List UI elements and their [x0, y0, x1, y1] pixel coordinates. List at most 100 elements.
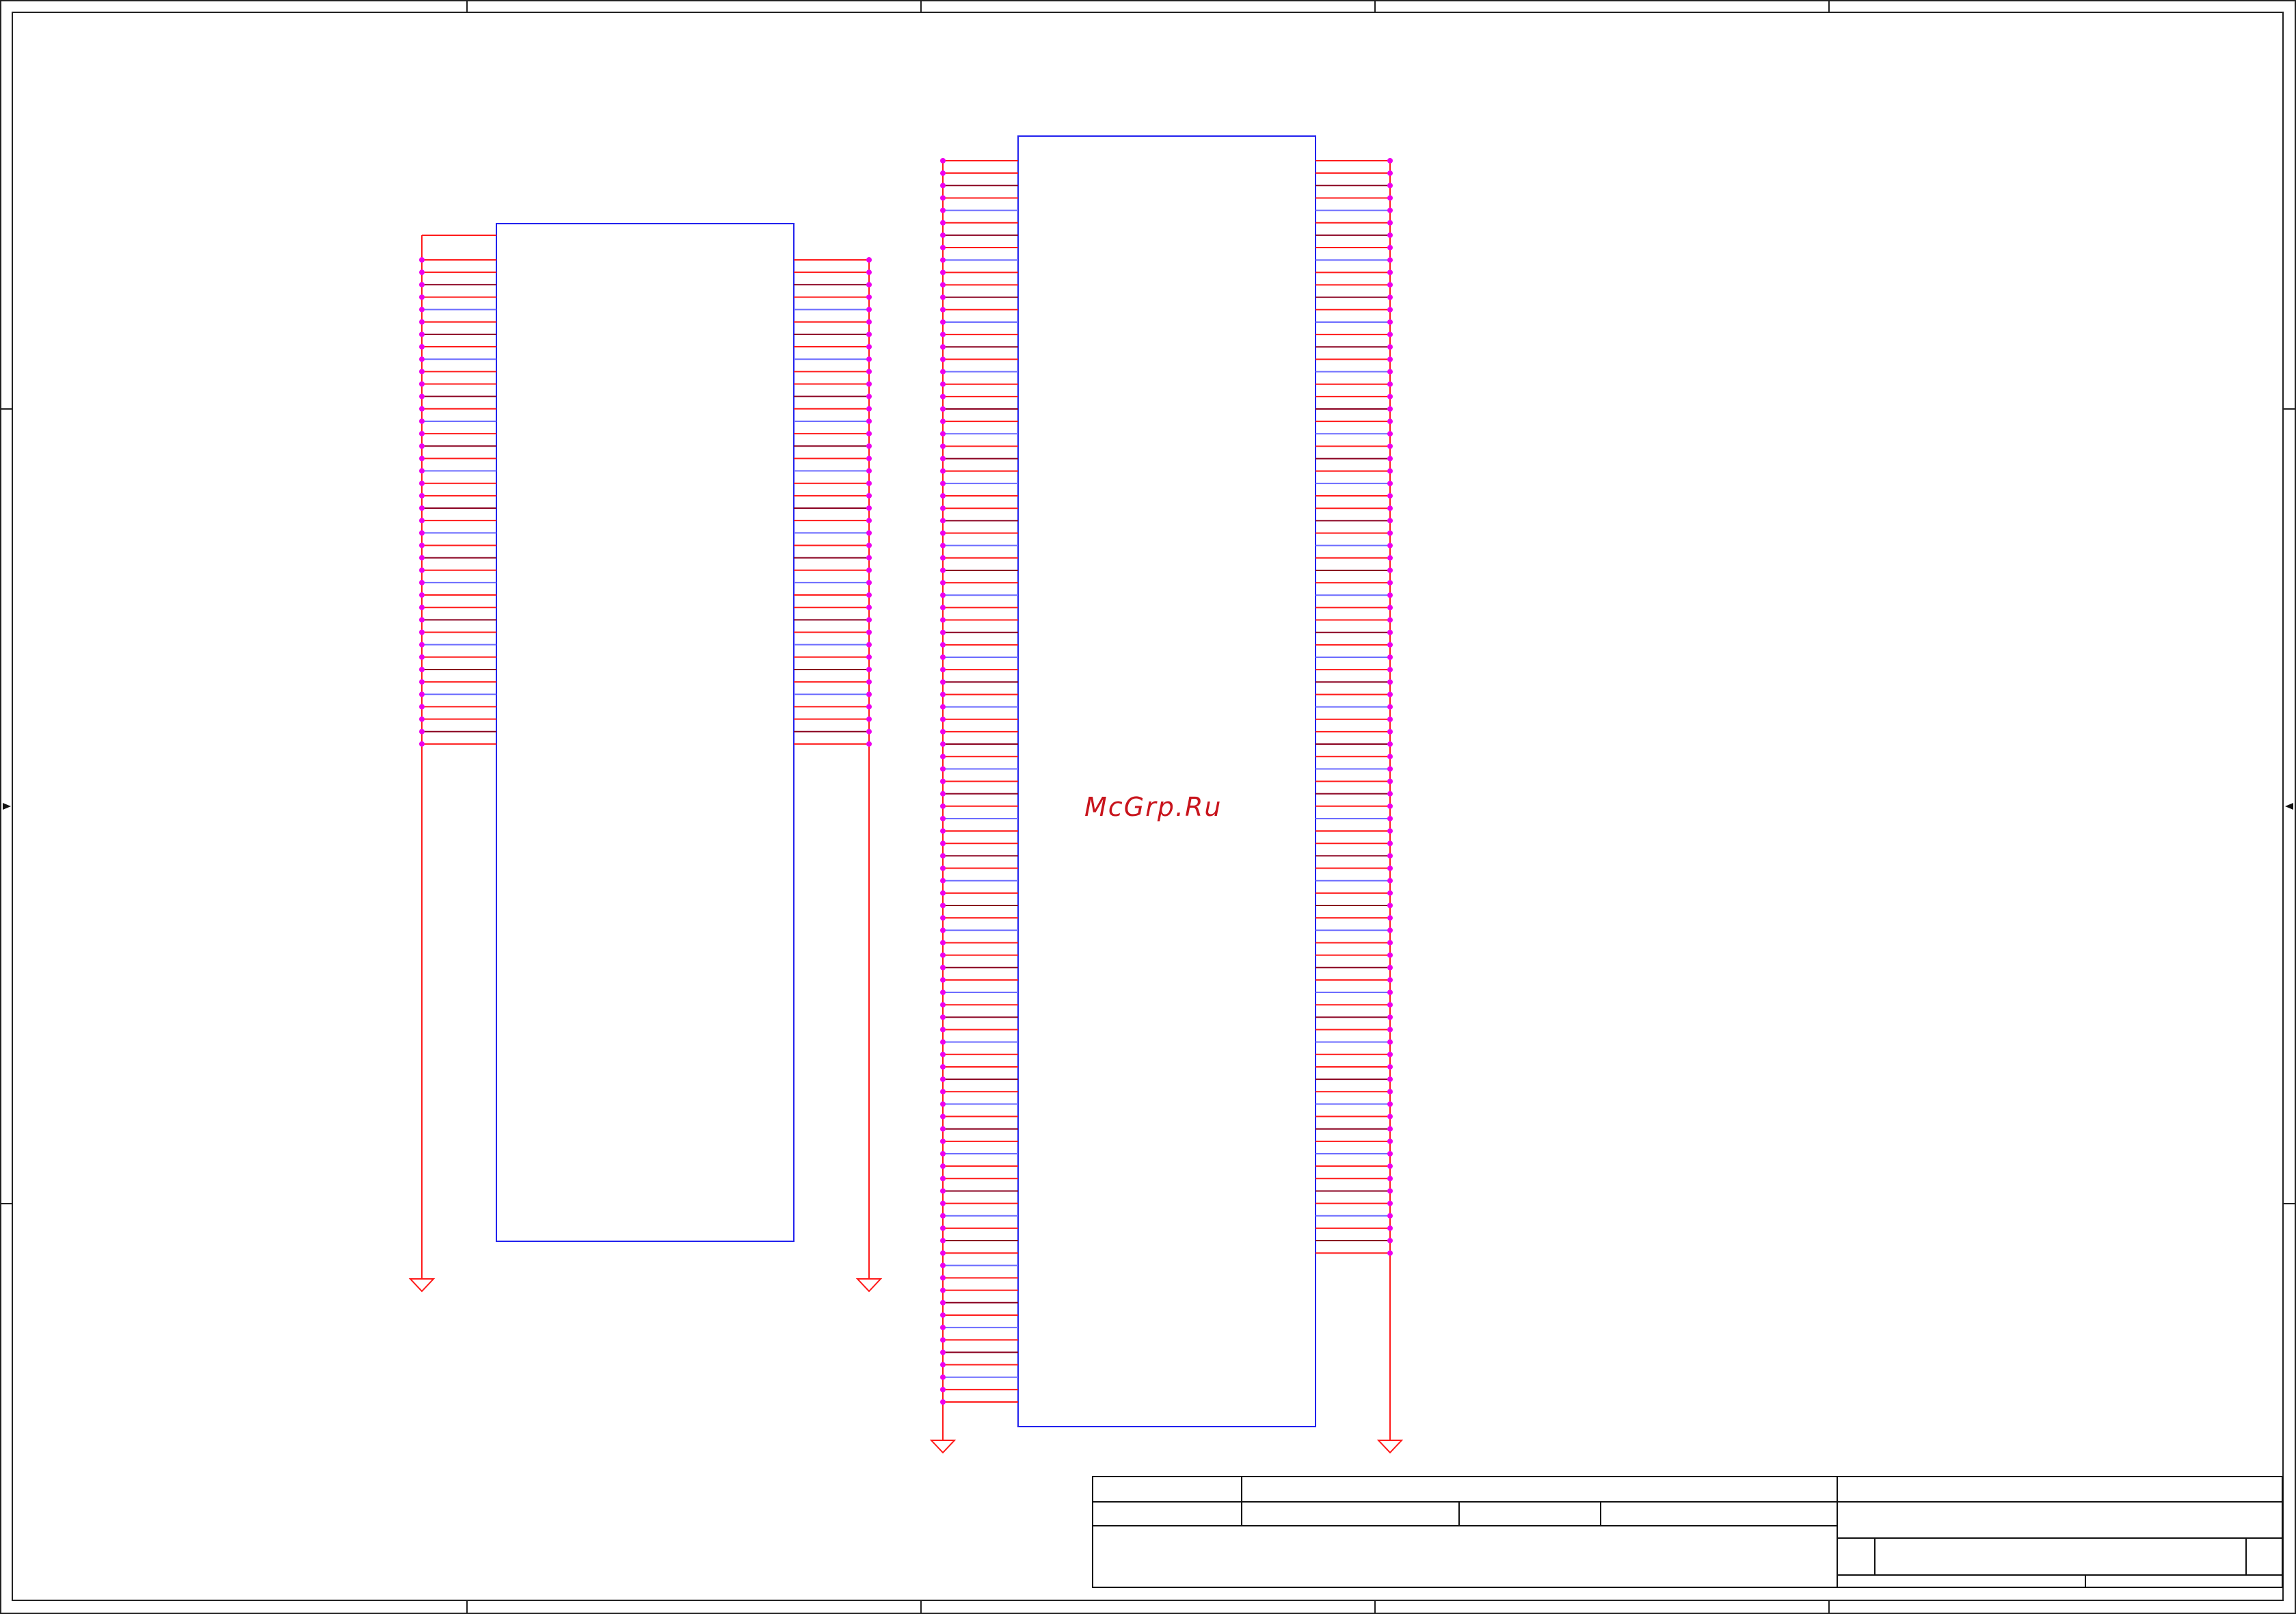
junction-dot	[419, 356, 425, 362]
junction-dot	[866, 579, 872, 585]
junction-dot	[940, 1151, 946, 1156]
junction-dot	[940, 1188, 946, 1194]
junction-dot	[940, 1275, 946, 1281]
junction-dot	[1387, 1051, 1393, 1057]
junction-dot	[940, 704, 946, 710]
junction-dot	[419, 294, 425, 300]
junction-dot	[1387, 455, 1393, 462]
junction-dot	[419, 393, 425, 399]
junction-dot	[940, 518, 946, 524]
junction-dot	[1387, 183, 1393, 189]
junction-dot	[1387, 841, 1393, 847]
junction-dot	[940, 183, 946, 189]
junction-dot	[940, 791, 946, 797]
junction-dot	[940, 1126, 946, 1132]
junction-dot	[866, 294, 872, 300]
junction-dot	[1387, 1089, 1393, 1095]
junction-dot	[940, 890, 946, 896]
junction-dot	[866, 480, 872, 486]
junction-dot	[866, 505, 872, 511]
junction-dot	[419, 679, 425, 685]
junction-dot	[940, 1213, 946, 1219]
junction-dot	[940, 815, 946, 821]
junction-dot	[866, 369, 872, 375]
junction-dot	[940, 865, 946, 871]
junction-dot	[866, 617, 872, 623]
junction-dot	[940, 1101, 946, 1107]
junction-dot	[940, 1238, 946, 1244]
junction-dot	[1387, 443, 1393, 449]
junction-dot	[1387, 555, 1393, 561]
junction-dot	[940, 369, 946, 375]
junction-dot	[1387, 716, 1393, 722]
junction-dot	[866, 654, 872, 660]
junction-dot	[940, 455, 946, 462]
connector-right-group	[940, 135, 1393, 1440]
junction-dot	[1387, 356, 1393, 362]
junction-dot	[940, 170, 946, 176]
junction-dot	[866, 741, 872, 747]
junction-dot	[866, 418, 872, 424]
junction-dot	[940, 232, 946, 238]
junction-dot	[940, 828, 946, 834]
connector-right-body	[1017, 135, 1316, 1427]
junction-dot	[1387, 1002, 1393, 1008]
junction-dot	[940, 1250, 946, 1256]
junction-dot	[419, 480, 425, 486]
junction-dot	[940, 1262, 946, 1269]
junction-dot	[866, 679, 872, 685]
junction-dot	[940, 356, 946, 362]
junction-dot	[940, 741, 946, 748]
junction-dot	[1387, 567, 1393, 573]
junction-dot	[940, 1089, 946, 1095]
junction-dot	[419, 592, 425, 598]
junction-dot	[1387, 505, 1393, 512]
ground-icon	[855, 1278, 883, 1293]
junction-dot	[940, 617, 946, 623]
junction-dot	[1387, 778, 1393, 784]
ground-icon	[408, 1278, 436, 1293]
junction-dot	[940, 1362, 946, 1368]
junction-dot	[419, 269, 425, 276]
junction-dot	[940, 1027, 946, 1033]
junction-dot	[419, 716, 425, 722]
junction-dot	[1387, 419, 1393, 425]
junction-dot	[940, 1113, 946, 1120]
junction-dot	[940, 927, 946, 934]
connector-left-body	[496, 223, 795, 1242]
junction-dot	[940, 629, 946, 635]
junction-dot	[419, 443, 425, 449]
junction-dot	[419, 704, 425, 710]
junction-dot	[1387, 605, 1393, 611]
junction-dot	[940, 654, 946, 660]
junction-dot	[940, 1051, 946, 1057]
junction-dot	[940, 282, 946, 288]
junction-dot	[419, 455, 425, 462]
junction-dot	[1387, 1200, 1393, 1206]
junction-dot	[419, 331, 425, 337]
junction-dot	[940, 1225, 946, 1231]
junction-dot	[1387, 170, 1393, 176]
junction-dot	[940, 505, 946, 512]
junction-dot	[940, 220, 946, 226]
junction-dot	[866, 282, 872, 288]
junction-dot	[940, 1287, 946, 1293]
junction-dot	[1387, 542, 1393, 548]
ground-icon	[929, 1440, 957, 1454]
junction-dot	[940, 853, 946, 859]
junction-dot	[1387, 654, 1393, 660]
junction-dot	[866, 344, 872, 350]
junction-dot	[419, 282, 425, 288]
junction-dot	[419, 518, 425, 524]
junction-dot	[940, 1325, 946, 1331]
junction-dot	[940, 592, 946, 598]
junction-dot	[1387, 245, 1393, 251]
schematic-sheet: McGrp.Ru	[0, 0, 2296, 1614]
junction-dot	[940, 1163, 946, 1169]
junction-dot	[1387, 877, 1393, 884]
junction-dot	[866, 605, 872, 611]
junction-dot	[940, 1002, 946, 1008]
junction-dot	[1387, 518, 1393, 524]
junction-dot	[1387, 815, 1393, 821]
junction-dot	[1387, 791, 1393, 797]
